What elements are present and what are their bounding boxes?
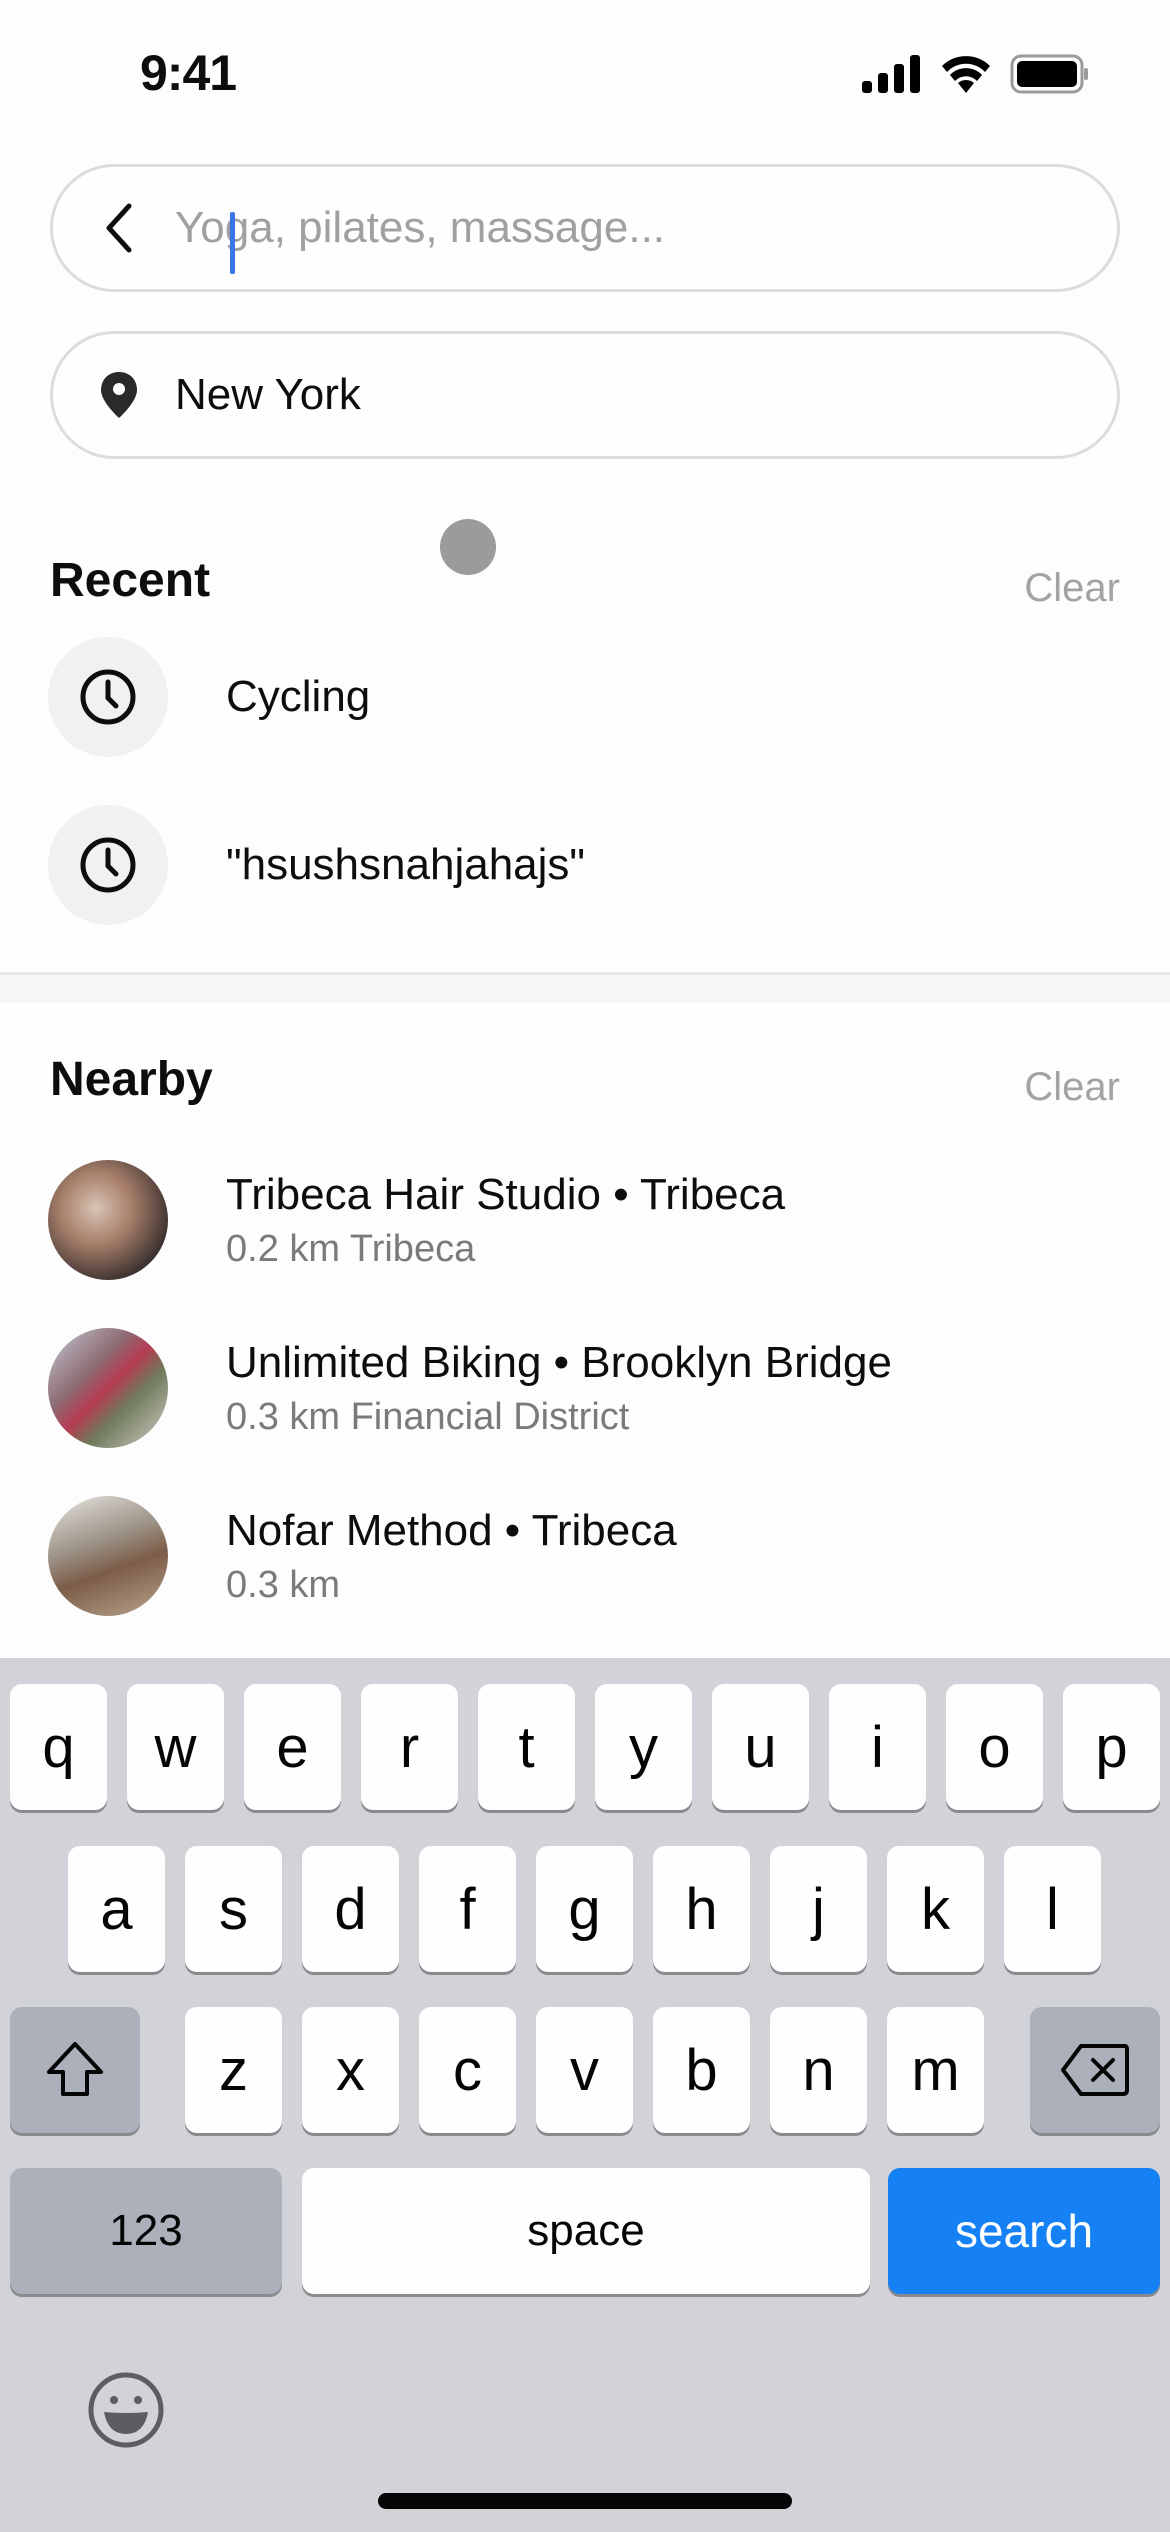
space-key[interactable]: space bbox=[302, 2168, 870, 2294]
status-time: 9:41 bbox=[140, 45, 237, 101]
key-c[interactable]: c bbox=[419, 2007, 516, 2133]
recent-item-label: "hsushsnahjahajs" bbox=[226, 840, 586, 889]
key-q[interactable]: q bbox=[10, 1684, 107, 1810]
venue-distance: 0.3 km bbox=[226, 1564, 341, 1606]
venue-thumbnail bbox=[48, 1496, 168, 1616]
location-pin-icon bbox=[89, 365, 149, 425]
key-y[interactable]: y bbox=[595, 1684, 692, 1810]
key-x[interactable]: x bbox=[302, 2007, 399, 2133]
recent-item-label: Cycling bbox=[226, 672, 371, 721]
shift-arrow-icon bbox=[47, 2042, 103, 2096]
nearby-section-title: Nearby bbox=[50, 1053, 213, 1106]
numbers-key[interactable]: 123 bbox=[10, 2168, 282, 2294]
key-o[interactable]: o bbox=[946, 1684, 1043, 1810]
key-s[interactable]: s bbox=[185, 1846, 282, 1972]
key-f[interactable]: f bbox=[419, 1846, 516, 1972]
key-n[interactable]: n bbox=[770, 2007, 867, 2133]
emoji-smiley-icon bbox=[88, 2372, 164, 2448]
keyboard: 123 space search qwertyuiop asdfghjkl zxcv… bbox=[0, 1658, 1170, 2532]
shift-key[interactable] bbox=[10, 2007, 140, 2133]
venue-distance: 0.2 km Tribeca bbox=[226, 1228, 476, 1270]
key-d[interactable]: d bbox=[302, 1846, 399, 1972]
key-w[interactable]: w bbox=[127, 1684, 224, 1810]
back-chevron-icon[interactable] bbox=[89, 198, 149, 258]
backspace-icon bbox=[1061, 2044, 1129, 2096]
key-g[interactable]: g bbox=[536, 1846, 633, 1972]
nearby-item[interactable]: Tribeca Hair Studio • Tribeca 0.2 km Tri… bbox=[48, 1158, 1118, 1282]
key-t[interactable]: t bbox=[478, 1684, 575, 1810]
key-z[interactable]: z bbox=[185, 2007, 282, 2133]
venue-thumbnail bbox=[48, 1328, 168, 1448]
key-b[interactable]: b bbox=[653, 2007, 750, 2133]
location-value[interactable]: New York bbox=[175, 370, 361, 420]
nearby-clear-button[interactable]: Clear bbox=[1024, 1065, 1120, 1110]
key-h[interactable]: h bbox=[653, 1846, 750, 1972]
text-caret bbox=[230, 212, 235, 274]
key-m[interactable]: m bbox=[887, 2007, 984, 2133]
nearby-item[interactable]: Nofar Method • Tribeca 0.3 km bbox=[48, 1494, 1118, 1618]
venue-distance: 0.3 km Financial District bbox=[226, 1396, 630, 1438]
key-e[interactable]: e bbox=[244, 1684, 341, 1810]
wifi-icon bbox=[942, 56, 990, 93]
recent-clear-button[interactable]: Clear bbox=[1024, 566, 1120, 611]
venue-title: Unlimited Biking • Brooklyn Bridge bbox=[226, 1338, 892, 1387]
venue-thumbnail bbox=[48, 1160, 168, 1280]
key-v[interactable]: v bbox=[536, 2007, 633, 2133]
search-key[interactable]: search bbox=[888, 2168, 1160, 2294]
recent-item[interactable]: Cycling bbox=[48, 637, 1118, 757]
nearby-item[interactable]: Unlimited Biking • Brooklyn Bridge 0.3 k… bbox=[48, 1326, 1118, 1450]
recent-item[interactable]: "hsushsnahjahajs" bbox=[48, 805, 1118, 925]
key-p[interactable]: p bbox=[1063, 1684, 1160, 1810]
search-field[interactable] bbox=[50, 164, 1120, 292]
key-k[interactable]: k bbox=[887, 1846, 984, 1972]
venue-title: Nofar Method • Tribeca bbox=[226, 1506, 677, 1555]
key-r[interactable]: r bbox=[361, 1684, 458, 1810]
key-a[interactable]: a bbox=[68, 1846, 165, 1972]
section-divider bbox=[0, 972, 1170, 1003]
key-l[interactable]: l bbox=[1004, 1846, 1101, 1972]
recent-section-title: Recent bbox=[50, 554, 211, 607]
status-icons bbox=[862, 54, 1090, 94]
key-j[interactable]: j bbox=[770, 1846, 867, 1972]
location-field[interactable]: New York bbox=[50, 331, 1120, 459]
backspace-key[interactable] bbox=[1030, 2007, 1160, 2133]
key-i[interactable]: i bbox=[829, 1684, 926, 1810]
clock-icon bbox=[48, 805, 168, 925]
battery-icon bbox=[1010, 54, 1088, 94]
key-u[interactable]: u bbox=[712, 1684, 809, 1810]
search-input[interactable] bbox=[175, 203, 1075, 253]
clock-icon bbox=[48, 637, 168, 757]
touch-indicator bbox=[440, 519, 496, 575]
cellular-signal-icon bbox=[862, 55, 920, 93]
emoji-key[interactable] bbox=[86, 2370, 166, 2455]
venue-title: Tribeca Hair Studio • Tribeca bbox=[226, 1170, 786, 1219]
home-indicator bbox=[378, 2493, 792, 2509]
